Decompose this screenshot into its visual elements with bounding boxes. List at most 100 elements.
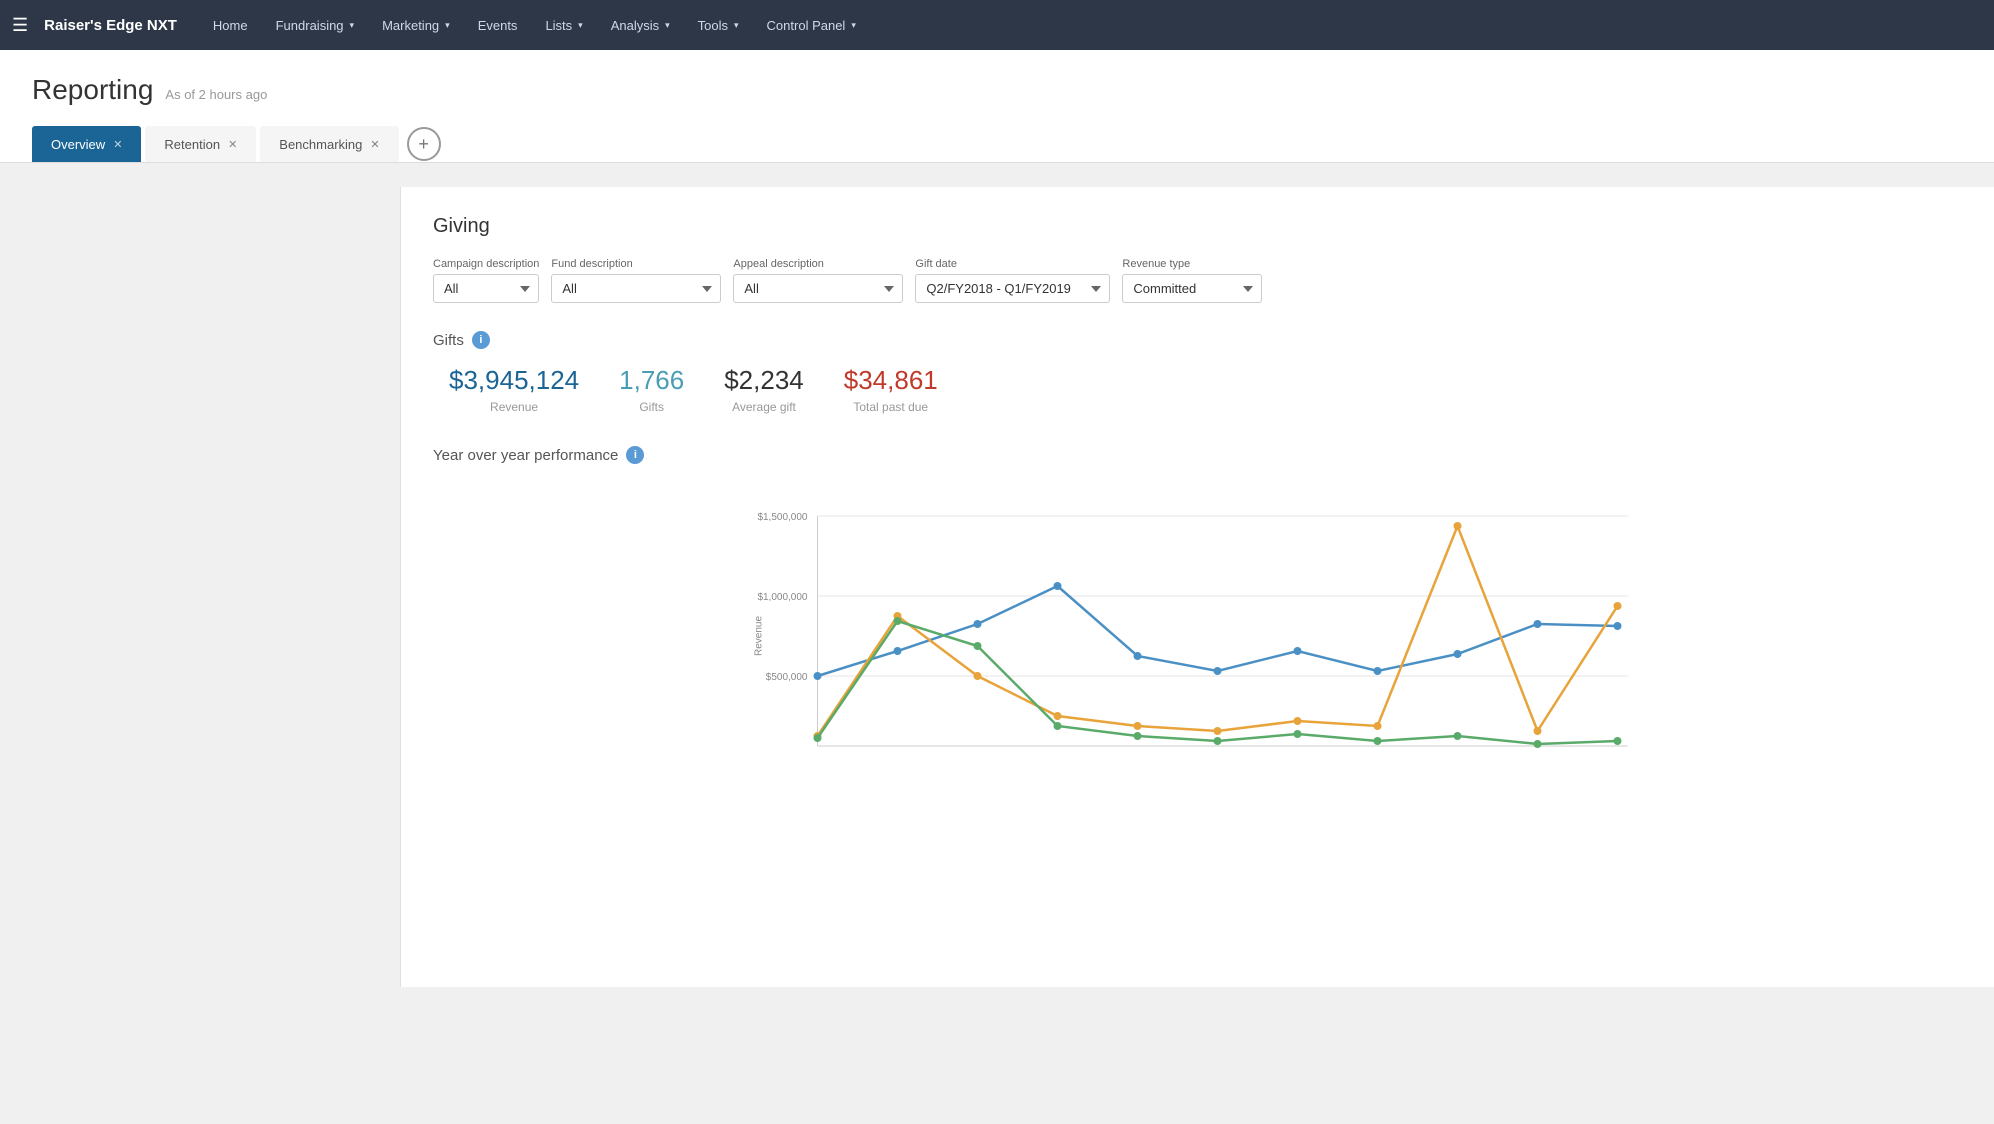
- nav-tools[interactable]: Tools ▾: [686, 12, 751, 39]
- nav-fundraising[interactable]: Fundraising ▾: [264, 12, 366, 39]
- chart-dot-prior-6: [1214, 727, 1222, 735]
- page-header: Reporting As of 2 hours ago Overview ✕ R…: [0, 50, 1994, 163]
- stat-average-gift-value: $2,234: [724, 365, 804, 396]
- tab-add-button[interactable]: +: [407, 127, 441, 161]
- chart-dot-two-4: [1054, 722, 1062, 730]
- chart-dot-current-3: [974, 620, 982, 628]
- chart-line-prior: [818, 526, 1618, 736]
- tab-retention-close-icon[interactable]: ✕: [228, 138, 237, 151]
- stat-total-past-due-label: Total past due: [853, 400, 928, 414]
- control-panel-dropdown-icon: ▾: [851, 20, 856, 31]
- gifts-info-icon[interactable]: i: [472, 331, 490, 349]
- chart-title: Year over year performance: [433, 447, 618, 464]
- sidebar-left: [0, 187, 400, 987]
- stat-gifts-value: 1,766: [619, 365, 684, 396]
- chart-dot-prior-3: [974, 672, 982, 680]
- stat-gifts: 1,766 Gifts: [619, 365, 684, 414]
- gift-date-filter-group: Gift date Q2/FY2018 - Q1/FY2019: [915, 258, 1110, 303]
- stat-revenue-label: Revenue: [490, 400, 538, 414]
- tabs-container: Overview ✕ Retention ✕ Benchmarking ✕ +: [32, 126, 1962, 162]
- chart-dot-current-6: [1214, 667, 1222, 675]
- campaign-filter-select[interactable]: All: [433, 274, 539, 303]
- hamburger-menu-icon[interactable]: ☰: [12, 15, 28, 36]
- nav-marketing[interactable]: Marketing ▾: [370, 12, 462, 39]
- appeal-filter-group: Appeal description All: [733, 258, 903, 303]
- tab-add-icon: +: [418, 134, 429, 155]
- lists-dropdown-icon: ▾: [578, 20, 583, 31]
- tab-overview[interactable]: Overview ✕: [32, 126, 141, 162]
- chart-dot-prior-8: [1374, 722, 1382, 730]
- chart-dot-two-7: [1294, 730, 1302, 738]
- svg-text:Revenue: Revenue: [754, 616, 765, 656]
- campaign-filter-group: Campaign description All: [433, 258, 539, 303]
- fund-filter-select[interactable]: All: [551, 274, 721, 303]
- main-content: Giving Campaign description All Fund des…: [0, 163, 1994, 987]
- app-brand: Raiser's Edge NXT: [44, 17, 177, 34]
- stat-average-gift-label: Average gift: [732, 400, 796, 414]
- fund-filter-group: Fund description All: [551, 258, 721, 303]
- chart-dot-prior-10: [1534, 727, 1542, 735]
- stat-revenue: $3,945,124 Revenue: [449, 365, 579, 414]
- fundraising-dropdown-icon: ▾: [350, 20, 355, 31]
- chart-dot-prior-7: [1294, 717, 1302, 725]
- stat-revenue-value: $3,945,124: [449, 365, 579, 396]
- campaign-filter-label: Campaign description: [433, 258, 539, 270]
- chart-dot-two-5: [1134, 732, 1142, 740]
- chart-dot-current-10: [1534, 620, 1542, 628]
- chart-dot-current-4: [1054, 582, 1062, 590]
- svg-text:$1,500,000: $1,500,000: [757, 512, 807, 523]
- tab-benchmarking-close-icon[interactable]: ✕: [370, 138, 379, 151]
- gifts-label: Gifts: [433, 332, 464, 349]
- tools-dropdown-icon: ▾: [734, 20, 739, 31]
- revenue-type-filter-select[interactable]: Committed: [1122, 274, 1262, 303]
- nav-home[interactable]: Home: [201, 12, 260, 39]
- chart-dot-two-8: [1374, 737, 1382, 745]
- revenue-type-filter-group: Revenue type Committed: [1122, 258, 1262, 303]
- chart-dot-two-6: [1214, 737, 1222, 745]
- chart-dot-prior-5: [1134, 722, 1142, 730]
- chart-dot-two-10: [1534, 740, 1542, 748]
- appeal-filter-select[interactable]: All: [733, 274, 903, 303]
- gift-date-filter-select[interactable]: Q2/FY2018 - Q1/FY2019: [915, 274, 1110, 303]
- nav-analysis[interactable]: Analysis ▾: [599, 12, 682, 39]
- stat-total-past-due: $34,861 Total past due: [844, 365, 938, 414]
- chart-wrapper: $1,500,000 $1,000,000 $500,000 Revenue: [433, 476, 1962, 776]
- tab-overview-close-icon[interactable]: ✕: [113, 138, 122, 151]
- chart-dot-prior-4: [1054, 712, 1062, 720]
- stat-average-gift: $2,234 Average gift: [724, 365, 804, 414]
- nav-control-panel[interactable]: Control Panel ▾: [755, 12, 868, 39]
- chart-dot-two-3: [974, 642, 982, 650]
- chart-dot-two-2: [894, 617, 902, 625]
- chart-dot-current-7: [1294, 647, 1302, 655]
- nav-lists[interactable]: Lists ▾: [533, 12, 594, 39]
- page-subtitle: As of 2 hours ago: [165, 87, 267, 102]
- appeal-filter-label: Appeal description: [733, 258, 903, 270]
- nav-events[interactable]: Events: [466, 12, 530, 39]
- revenue-type-filter-label: Revenue type: [1122, 258, 1262, 270]
- stats-row: $3,945,124 Revenue 1,766 Gifts $2,234 Av…: [433, 365, 1962, 414]
- stat-total-past-due-value: $34,861: [844, 365, 938, 396]
- marketing-dropdown-icon: ▾: [445, 20, 450, 31]
- chart-dot-current-2: [894, 647, 902, 655]
- analysis-dropdown-icon: ▾: [665, 20, 670, 31]
- chart-dot-current-11: [1614, 622, 1622, 630]
- chart-dot-prior-11: [1614, 602, 1622, 610]
- chart-dot-current-1: [814, 672, 822, 680]
- chart-dot-two-11: [1614, 737, 1622, 745]
- chart-dot-prior-9: [1454, 522, 1462, 530]
- chart-section-title: Year over year performance i: [433, 446, 1962, 464]
- giving-section-title: Giving: [433, 215, 1962, 238]
- year-over-year-chart: $1,500,000 $1,000,000 $500,000 Revenue: [433, 476, 1962, 776]
- tab-retention[interactable]: Retention ✕: [145, 126, 256, 162]
- chart-dot-two-1: [814, 734, 822, 742]
- fund-filter-label: Fund description: [551, 258, 721, 270]
- svg-text:$500,000: $500,000: [766, 672, 808, 683]
- chart-info-icon[interactable]: i: [626, 446, 644, 464]
- chart-dot-current-8: [1374, 667, 1382, 675]
- tab-benchmarking[interactable]: Benchmarking ✕: [260, 126, 398, 162]
- svg-text:$1,000,000: $1,000,000: [757, 592, 807, 603]
- stat-gifts-label: Gifts: [639, 400, 664, 414]
- chart-dot-two-9: [1454, 732, 1462, 740]
- top-navigation: ☰ Raiser's Edge NXT Home Fundraising ▾ M…: [0, 0, 1994, 50]
- chart-dot-current-5: [1134, 652, 1142, 660]
